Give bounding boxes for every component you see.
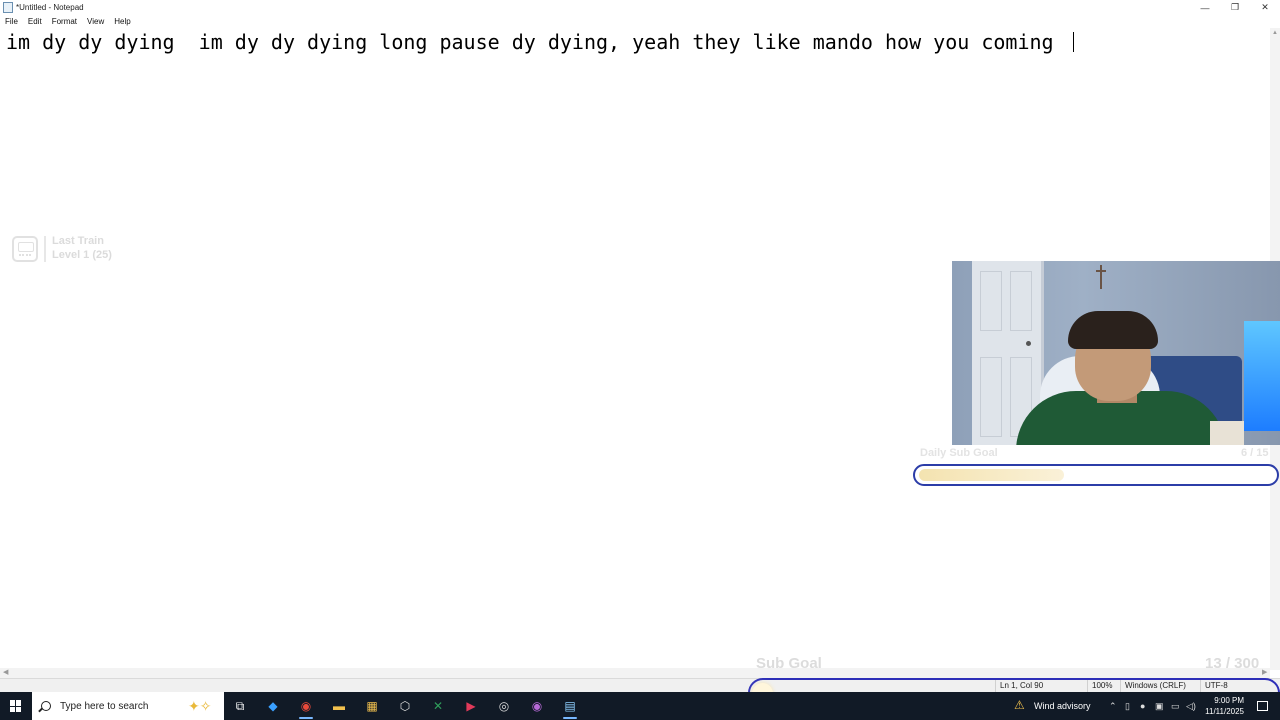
taskbar: Type here to search ✦✧ ⧉ ◆ ◉ ▬ ▦ ⬡ ✕ ▶ ◎ ◉ ▤ ⚠ Win… — [0, 692, 1280, 720]
close-button[interactable]: ✕ — [1250, 0, 1280, 15]
editor-text: im dy dy dying im dy dy dying long pause… — [6, 30, 1066, 54]
maximize-button[interactable]: ❐ — [1220, 0, 1250, 15]
sub-goal-count: 13 / 300 — [1205, 655, 1260, 672]
chrome-icon[interactable]: ◉ — [296, 696, 316, 716]
task-view-icon[interactable]: ⧉ — [230, 696, 250, 716]
train-divider — [44, 236, 46, 262]
text-caret — [1073, 32, 1074, 52]
notepad-icon[interactable]: ▤ — [560, 696, 580, 716]
search-icon — [41, 701, 51, 711]
active-app-indicator — [299, 717, 313, 719]
daily-sub-goal-count: 6 / 15 — [1241, 447, 1269, 459]
weather-warning-icon[interactable]: ⚠ — [1014, 698, 1025, 712]
microphone-icon[interactable]: ● — [1140, 701, 1145, 711]
daily-sub-goal-label: Daily Sub Goal — [920, 447, 998, 459]
store-icon[interactable]: ▦ — [362, 696, 382, 716]
daily-sub-goal-fill — [919, 469, 1064, 481]
train-level: Level 1 (25) — [52, 249, 112, 261]
show-hidden-icons-icon[interactable]: ⌃ — [1109, 701, 1117, 712]
windows-logo-icon — [10, 700, 22, 712]
train-title: Last Train — [52, 235, 104, 247]
window-title: *Untitled - Notepad — [16, 3, 84, 12]
clock[interactable]: 9:00 PM 11/11/2025 — [1205, 695, 1244, 717]
file-explorer-icon[interactable]: ▬ — [329, 696, 349, 716]
clock-date: 11/11/2025 — [1205, 707, 1244, 716]
menu-file[interactable]: File — [0, 15, 23, 28]
menu-bar: File Edit Format View Help — [0, 15, 1280, 28]
volume-icon[interactable]: ◁) — [1186, 701, 1196, 712]
menu-edit[interactable]: Edit — [23, 15, 47, 28]
title-bar: *Untitled - Notepad — ❐ ✕ — [0, 0, 1280, 15]
display-icon[interactable]: ▣ — [1155, 701, 1164, 712]
search-placeholder: Type here to search — [60, 700, 149, 712]
taskbar-search[interactable]: Type here to search ✦✧ — [32, 692, 224, 720]
start-button[interactable] — [0, 692, 32, 720]
clock-time: 9:00 PM — [1214, 696, 1244, 705]
menu-view[interactable]: View — [82, 15, 109, 28]
media-player-icon[interactable]: ▶ — [461, 696, 481, 716]
obs-icon[interactable]: ◎ — [494, 696, 514, 716]
window-controls: — ❐ ✕ — [1190, 0, 1280, 15]
menu-help[interactable]: Help — [109, 15, 135, 28]
copilot-icon[interactable]: ◆ — [263, 696, 283, 716]
network-icon[interactable]: ▭ — [1171, 701, 1180, 712]
scroll-left-arrow-icon[interactable]: ◀ — [3, 668, 8, 678]
sub-goal-label: Sub Goal — [756, 655, 822, 672]
scroll-up-arrow-icon[interactable]: ▲ — [1272, 30, 1278, 36]
menu-format[interactable]: Format — [47, 15, 82, 28]
minimize-button[interactable]: — — [1190, 0, 1220, 15]
scroll-right-arrow-icon[interactable]: ▶ — [1262, 668, 1267, 678]
horizontal-scrollbar[interactable] — [0, 668, 1270, 678]
search-highlight-icon[interactable]: ✦✧ — [188, 697, 212, 715]
weather-text[interactable]: Wind advisory — [1034, 701, 1091, 711]
train-widget: Last Train Level 1 (25) — [12, 234, 132, 266]
excel-icon[interactable]: ✕ — [428, 696, 448, 716]
train-icon — [12, 236, 38, 262]
daily-sub-goal-bar — [913, 464, 1279, 486]
app-icon[interactable]: ⬡ — [395, 696, 415, 716]
notification-icon[interactable] — [1257, 701, 1268, 711]
desktop-screen: *Untitled - Notepad — ❐ ✕ File Edit Form… — [0, 0, 1280, 720]
notepad-app-icon — [3, 2, 13, 13]
battery-icon[interactable]: ▯ — [1125, 701, 1130, 712]
webcam-feed — [952, 261, 1280, 445]
active-app-indicator — [563, 717, 577, 719]
chrome-profile-icon[interactable]: ◉ — [527, 696, 547, 716]
